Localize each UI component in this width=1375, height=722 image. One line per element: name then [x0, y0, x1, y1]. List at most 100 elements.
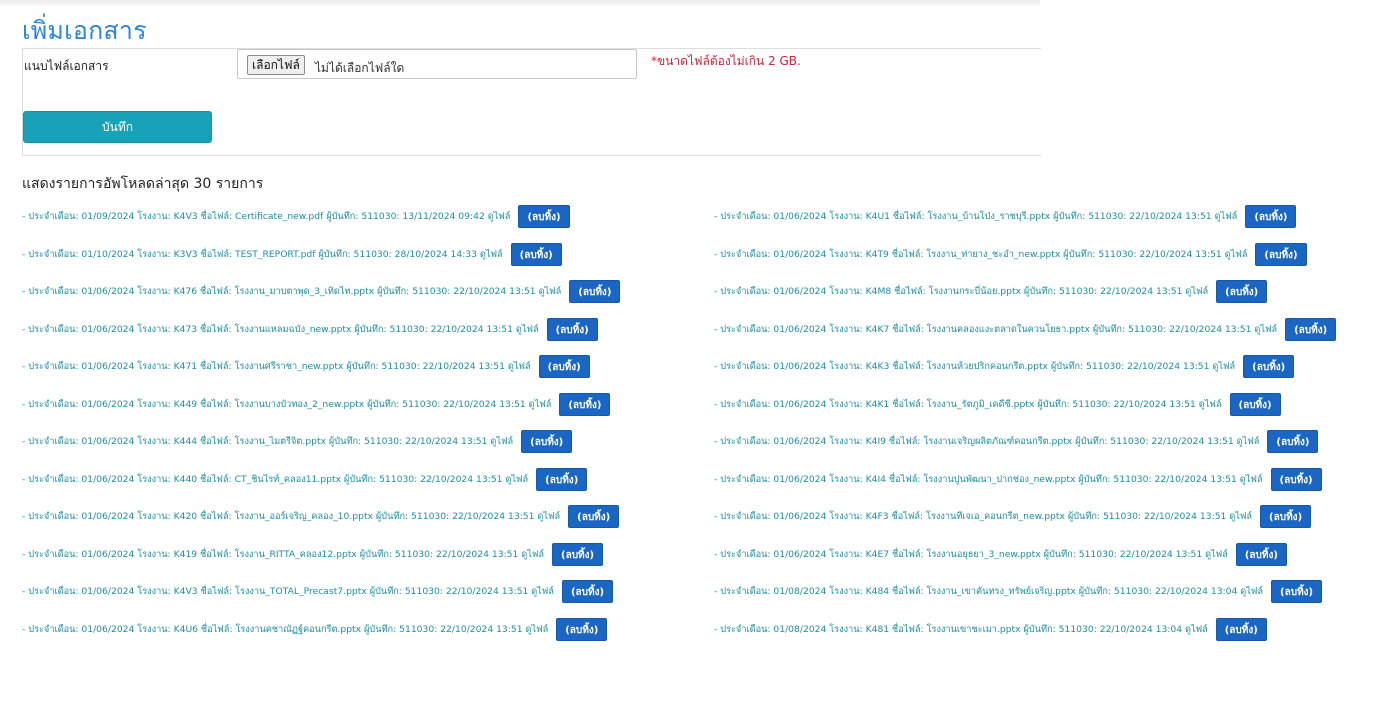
- delete-button[interactable]: (ลบทิ้ง): [552, 542, 604, 566]
- upload-info: - ประจำเดือน: 01/06/2024 โรงงาน: K4F3 ชื…: [714, 509, 1252, 524]
- choose-file-button[interactable]: เลือกไฟล์: [247, 55, 305, 75]
- view-file-link[interactable]: ดูไฟล์: [1229, 511, 1252, 522]
- upload-row: - ประจำเดือน: 01/06/2024 โรงงาน: K476 ชื…: [22, 273, 682, 311]
- delete-button[interactable]: (ลบทิ้ง): [1245, 205, 1297, 229]
- delete-button[interactable]: (ลบทิ้ง): [536, 467, 588, 491]
- view-file-link[interactable]: ดูไฟล์: [490, 436, 513, 447]
- upload-info: - ประจำเดือน: 01/06/2024 โรงงาน: K473 ชื…: [22, 322, 539, 337]
- view-file-link[interactable]: ดูไฟล์: [537, 511, 560, 522]
- view-file-link[interactable]: ดูไฟล์: [1215, 211, 1238, 222]
- upload-info: - ประจำเดือน: 01/08/2024 โรงงาน: K481 ชื…: [714, 622, 1208, 637]
- view-file-link[interactable]: ดูไฟล์: [1225, 249, 1248, 260]
- upload-details: - ประจำเดือน: 01/06/2024 โรงงาน: K4U6 ชื…: [22, 623, 523, 635]
- file-size-note: *ขนาดไฟล์ต้องไม่เกิน 2 GB.: [651, 54, 801, 68]
- upload-info: - ประจำเดือน: 01/06/2024 โรงงาน: K4E7 ชื…: [714, 547, 1228, 562]
- delete-button[interactable]: (ลบทิ้ง): [521, 430, 573, 454]
- view-file-link[interactable]: ดูไฟล์: [1240, 474, 1263, 485]
- upload-row: - ประจำเดือน: 01/06/2024 โรงงาน: K4I9 ชื…: [714, 423, 1374, 461]
- upload-details: - ประจำเดือน: 01/06/2024 โรงงาน: K419 ชื…: [22, 548, 519, 560]
- view-file-link[interactable]: ดูไฟล์: [488, 211, 511, 222]
- upload-row: - ประจำเดือน: 01/06/2024 โรงงาน: K473 ชื…: [22, 311, 682, 349]
- upload-row: - ประจำเดือน: 01/06/2024 โรงงาน: K444 ชื…: [22, 423, 682, 461]
- view-file-link[interactable]: ดูไฟล์: [1254, 324, 1277, 335]
- upload-details: - ประจำเดือน: 01/06/2024 โรงงาน: K420 ชื…: [22, 511, 535, 523]
- delete-button[interactable]: (ลบทิ้ง): [1267, 430, 1319, 454]
- upload-info: - ประจำเดือน: 01/06/2024 โรงงาน: K419 ชื…: [22, 547, 544, 562]
- delete-button[interactable]: (ลบทิ้ง): [569, 280, 621, 304]
- delete-button[interactable]: (ลบทิ้ง): [568, 505, 620, 529]
- delete-button[interactable]: (ลบทิ้ง): [538, 355, 590, 379]
- upload-row: - ประจำเดือน: 01/06/2024 โรงงาน: K4T9 ชื…: [714, 236, 1374, 274]
- delete-button[interactable]: (ลบทิ้ง): [1216, 280, 1268, 304]
- upload-info: - ประจำเดือน: 01/10/2024 โรงงาน: K3V3 ชื…: [22, 247, 503, 262]
- view-file-link[interactable]: ดูไฟล์: [1185, 286, 1208, 297]
- view-file-link[interactable]: ดูไฟล์: [529, 399, 552, 410]
- delete-button[interactable]: (ลบทิ้ง): [1243, 355, 1295, 379]
- upload-row: - ประจำเดือน: 01/06/2024 โรงงาน: K4V3 ชื…: [22, 573, 682, 611]
- upload-info: - ประจำเดือน: 01/06/2024 โรงงาน: K4K3 ชื…: [714, 359, 1235, 374]
- delete-button[interactable]: (ลบทิ้ง): [561, 580, 614, 604]
- upload-row: - ประจำเดือน: 01/10/2024 โรงงาน: K3V3 ชื…: [22, 236, 682, 274]
- upload-details: - ประจำเดือน: 01/06/2024 โรงงาน: K4K7 ชื…: [714, 323, 1252, 335]
- view-file-link[interactable]: ดูไฟล์: [508, 361, 531, 372]
- delete-button[interactable]: (ลบทิ้ง): [1285, 317, 1337, 341]
- delete-button[interactable]: (ลบทิ้ง): [1255, 242, 1307, 266]
- upload-details: - ประจำเดือน: 01/06/2024 โรงงาน: K4I4 ชื…: [714, 473, 1237, 485]
- view-file-link[interactable]: ดูไฟล์: [1240, 586, 1263, 597]
- upload-row: - ประจำเดือน: 01/06/2024 โรงงาน: K420 ชื…: [22, 498, 682, 536]
- delete-button[interactable]: (ลบทิ้ง): [1229, 392, 1281, 416]
- view-file-link[interactable]: ดูไฟล์: [1185, 624, 1208, 635]
- upload-info: - ประจำเดือน: 01/06/2024 โรงงาน: K471 ชื…: [22, 359, 531, 374]
- upload-details: - ประจำเดือน: 01/06/2024 โรงงาน: K4K3 ชื…: [714, 361, 1210, 373]
- upload-details: - ประจำเดือน: 01/06/2024 โรงงาน: K449 ชื…: [22, 398, 526, 410]
- upload-row: - ประจำเดือน: 01/06/2024 โรงงาน: K449 ชื…: [22, 386, 682, 424]
- upload-row: - ประจำเดือน: 01/08/2024 โรงงาน: K481 ชื…: [714, 611, 1374, 649]
- upload-details: - ประจำเดือน: 01/06/2024 โรงงาน: K473 ชื…: [22, 323, 513, 335]
- upload-row: - ประจำเดือน: 01/06/2024 โรงงาน: K4E7 ชื…: [714, 536, 1374, 574]
- view-file-link[interactable]: ดูไฟล์: [1212, 361, 1235, 372]
- view-file-link[interactable]: ดูไฟล์: [1237, 436, 1260, 447]
- upload-info: - ประจำเดือน: 01/06/2024 โรงงาน: K4T9 ชื…: [714, 247, 1247, 262]
- view-file-link[interactable]: ดูไฟล์: [539, 286, 562, 297]
- delete-button[interactable]: (ลบทิ้ง): [546, 317, 598, 341]
- view-file-link[interactable]: ดูไฟล์: [480, 249, 503, 260]
- upload-details: - ประจำเดือน: 01/08/2024 โรงงาน: K484 ชื…: [714, 586, 1238, 598]
- view-file-link[interactable]: ดูไฟล์: [525, 624, 548, 635]
- delete-button[interactable]: (ลบทิ้ง): [1271, 580, 1323, 604]
- delete-button[interactable]: (ลบทิ้ง): [1260, 505, 1312, 529]
- save-button[interactable]: บันทึก: [23, 111, 212, 143]
- upload-info: - ประจำเดือน: 01/06/2024 โรงงาน: K449 ชื…: [22, 397, 551, 412]
- view-file-link[interactable]: ดูไฟล์: [521, 549, 544, 560]
- view-file-link[interactable]: ดูไฟล์: [516, 324, 539, 335]
- delete-button[interactable]: (ลบทิ้ง): [559, 392, 611, 416]
- upload-row: - ประจำเดือน: 01/06/2024 โรงงาน: K4U6 ชื…: [22, 611, 682, 649]
- upload-details: - ประจำเดือน: 01/06/2024 โรงงาน: K4E7 ชื…: [714, 548, 1203, 560]
- delete-button[interactable]: (ลบทิ้ง): [1235, 542, 1287, 566]
- view-file-link[interactable]: ดูไฟล์: [1199, 399, 1222, 410]
- upload-details: - ประจำเดือน: 01/06/2024 โรงงาน: K440 ชื…: [22, 473, 503, 485]
- delete-button[interactable]: (ลบทิ้ง): [510, 242, 562, 266]
- page-title: เพิ่มเอกสาร: [22, 16, 147, 45]
- upload-details: - ประจำเดือน: 01/06/2024 โรงงาน: K476 ชื…: [22, 286, 536, 298]
- file-input[interactable]: เลือกไฟล์ ไม่ได้เลือกไฟล์ใด: [237, 49, 637, 79]
- upload-info: - ประจำเดือน: 01/06/2024 โรงงาน: K444 ชื…: [22, 434, 513, 449]
- upload-info: - ประจำเดือน: 01/06/2024 โรงงาน: K476 ชื…: [22, 284, 561, 299]
- upload-details: - ประจำเดือน: 01/06/2024 โรงงาน: K4V3 ชื…: [22, 586, 529, 598]
- delete-button[interactable]: (ลบทิ้ง): [556, 617, 608, 641]
- upload-info: - ประจำเดือน: 01/06/2024 โรงงาน: K4I9 ชื…: [714, 434, 1259, 449]
- upload-info: - ประจำเดือน: 01/06/2024 โรงงาน: K440 ชื…: [22, 472, 528, 487]
- view-file-link[interactable]: ดูไฟล์: [505, 474, 528, 485]
- view-file-link[interactable]: ดูไฟล์: [1205, 549, 1228, 560]
- upload-details: - ประจำเดือน: 01/06/2024 โรงงาน: K4I9 ชื…: [714, 436, 1234, 448]
- upload-details: - ประจำเดือน: 01/10/2024 โรงงาน: K3V3 ชื…: [22, 248, 477, 260]
- recent-uploads-heading: แสดงรายการอัพโหลดล่าสุด 30 รายการ: [22, 176, 264, 192]
- delete-button[interactable]: (ลบทิ้ง): [1215, 617, 1267, 641]
- uploads-list-left: - ประจำเดือน: 01/09/2024 โรงงาน: K4V3 ชื…: [22, 198, 682, 648]
- upload-details: - ประจำเดือน: 01/06/2024 โรงงาน: K4F3 ชื…: [714, 511, 1227, 523]
- delete-button[interactable]: (ลบทิ้ง): [518, 205, 570, 229]
- view-file-link[interactable]: ดูไฟล์: [531, 586, 554, 597]
- uploads-list-right: - ประจำเดือน: 01/06/2024 โรงงาน: K4U1 ชื…: [714, 198, 1374, 648]
- upload-row: - ประจำเดือน: 01/09/2024 โรงงาน: K4V3 ชื…: [22, 198, 682, 236]
- upload-details: - ประจำเดือน: 01/06/2024 โรงงาน: K4T9 ชื…: [714, 248, 1222, 260]
- delete-button[interactable]: (ลบทิ้ง): [1270, 467, 1322, 491]
